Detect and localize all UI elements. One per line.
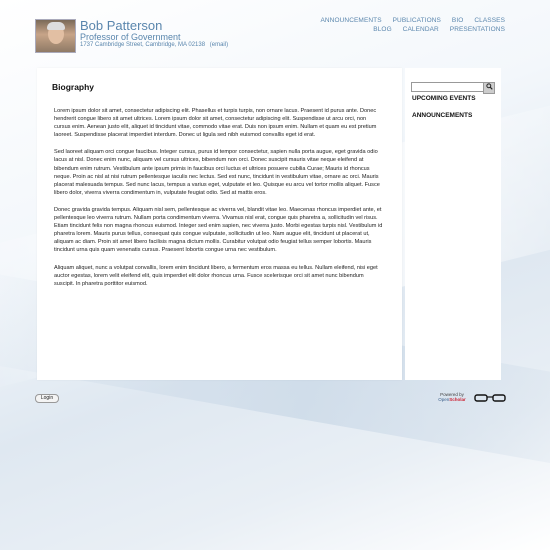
sidebar: UPCOMING EVENTS ANNOUNCEMENTS — [405, 68, 501, 380]
nav-link-calendar[interactable]: CALENDAR — [403, 26, 439, 33]
page-title: Biography — [52, 82, 95, 92]
powered-by-openscholar[interactable]: Powered by OpenScholar — [432, 392, 472, 402]
nav-link-bio[interactable]: BIO — [452, 17, 464, 24]
openscholar-brand: OpenScholar — [432, 397, 472, 402]
site-header: Bob Patterson Professor of Government 17… — [0, 0, 550, 66]
login-button[interactable]: Login — [35, 394, 59, 403]
paragraph: Aliquam aliquet, nunc a volutpat convall… — [54, 264, 378, 287]
nav-link-publications[interactable]: PUBLICATIONS — [393, 17, 441, 24]
announcements-heading: ANNOUNCEMENTS — [412, 112, 473, 119]
nav-link-presentations[interactable]: PRESENTATIONS — [450, 26, 505, 33]
glasses-logo-icon — [474, 394, 506, 402]
site-owner-name[interactable]: Bob Patterson — [80, 18, 162, 33]
brand-open: Open — [438, 397, 450, 402]
nav-link-blog[interactable]: BLOG — [373, 26, 391, 33]
secondary-nav: BLOG CALENDAR PRESENTATIONS — [364, 26, 505, 33]
upcoming-events-heading: UPCOMING EVENTS — [412, 95, 476, 102]
avatar — [35, 19, 76, 53]
paragraph: Donec gravida gravida tempus. Aliquam ni… — [54, 206, 383, 254]
search-icon — [485, 83, 493, 90]
address-text: 1737 Cambridge Street, Cambridge, MA 021… — [80, 42, 206, 48]
contact-line: 1737 Cambridge Street, Cambridge, MA 021… — [80, 42, 228, 48]
avatar-hair — [47, 22, 65, 30]
main-content: Biography Lorem ipsum dolor sit amet, co… — [37, 68, 402, 380]
paragraph: Lorem ipsum dolor sit amet, consectetur … — [54, 108, 377, 139]
nav-link-announcements[interactable]: ANNOUNCEMENTS — [320, 17, 381, 24]
site-owner-title: Professor of Government — [80, 32, 181, 42]
email-link[interactable]: (email) — [210, 42, 228, 48]
biography-text: Lorem ipsum dolor sit amet, consectetur … — [54, 107, 384, 297]
search-button[interactable] — [483, 82, 495, 94]
search-input[interactable] — [411, 82, 485, 92]
brand-scholar: Scholar — [449, 397, 466, 402]
primary-nav: ANNOUNCEMENTS PUBLICATIONS BIO CLASSES — [311, 17, 505, 24]
paragraph: Sed laoreet aliquam orci congue faucibus… — [54, 149, 380, 196]
nav-link-classes[interactable]: CLASSES — [474, 17, 505, 24]
